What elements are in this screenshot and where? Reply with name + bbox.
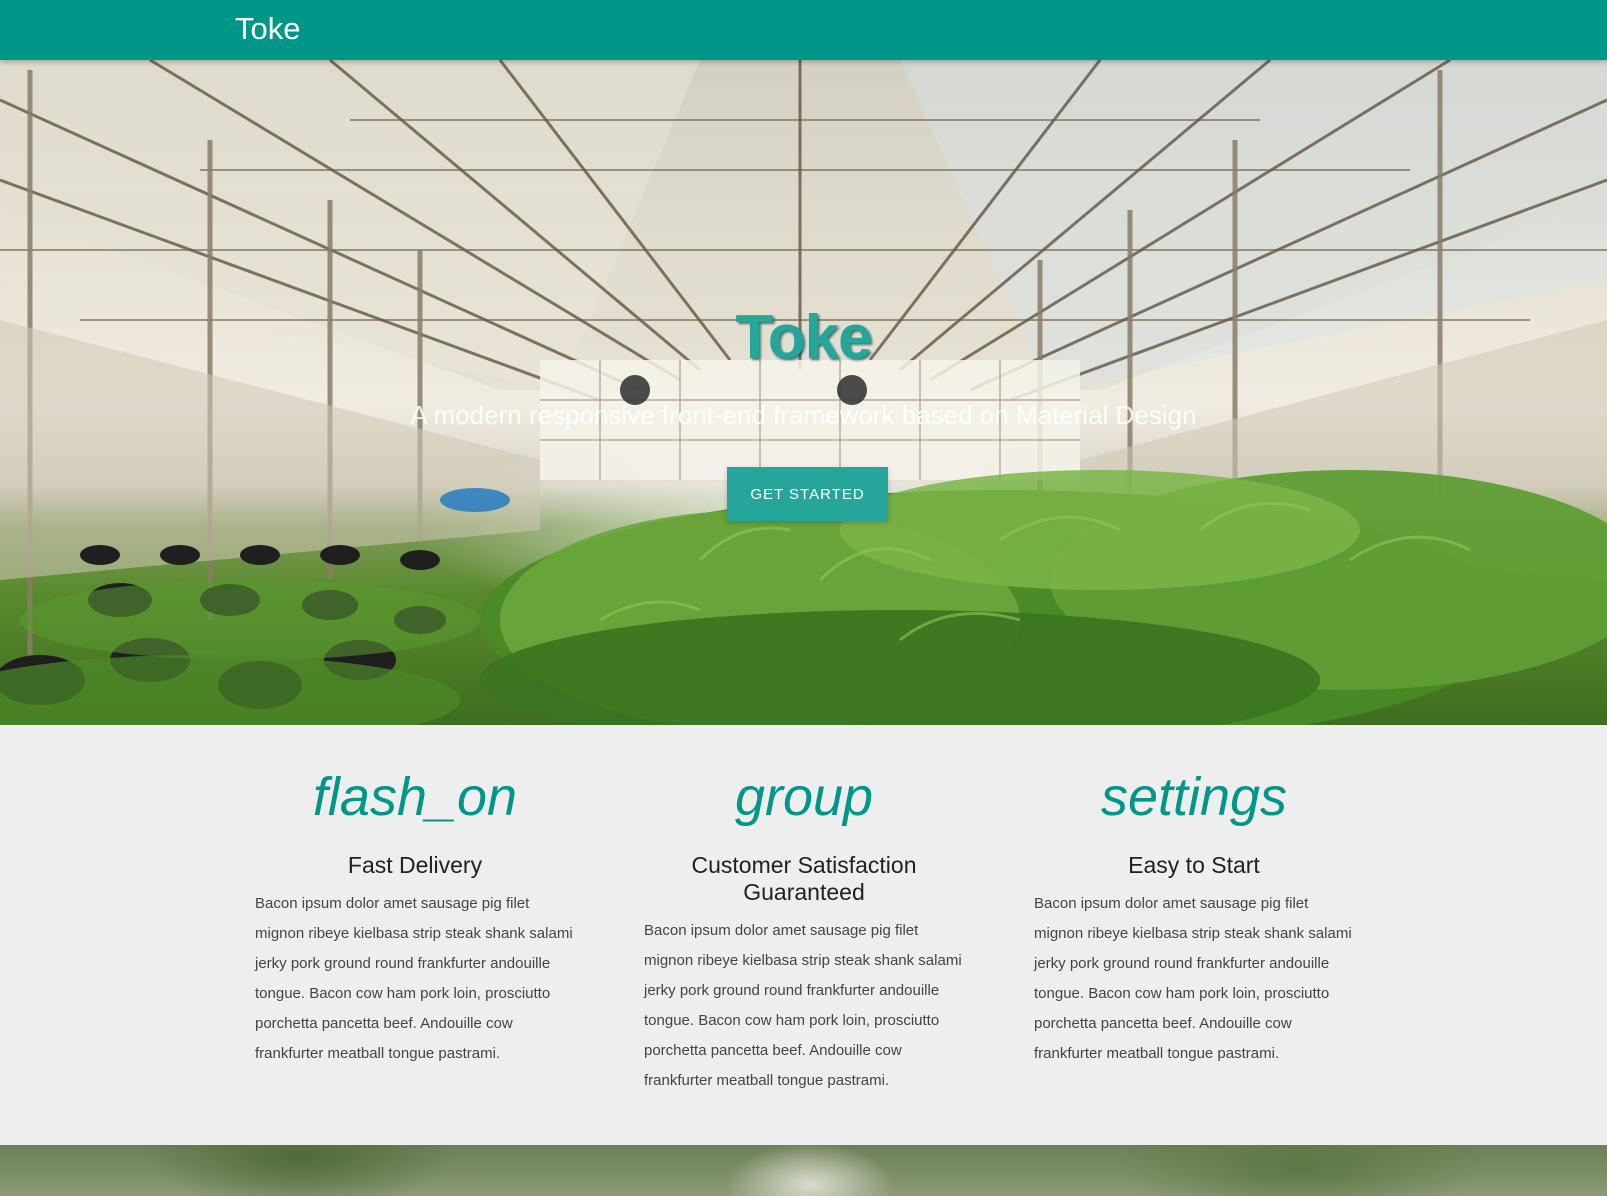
feature-easy-to-start: settings Easy to Start Bacon ipsum dolor… xyxy=(1024,725,1364,1069)
brand-logo-link[interactable]: Toke xyxy=(235,9,300,49)
feature-description: Bacon ipsum dolor amet sausage pig filet… xyxy=(644,922,962,1089)
plant-closeup-background-image xyxy=(0,1145,1607,1196)
hero-title: Toke xyxy=(735,303,872,372)
settings-icon: settings xyxy=(1100,767,1288,827)
hero-subtitle: A modern responsive front-end framework … xyxy=(410,400,1197,430)
feature-title: Customer Satisfaction Guaranteed xyxy=(691,852,917,905)
feature-title: Easy to Start xyxy=(1128,852,1260,878)
flash-on-icon: flash_on xyxy=(312,767,518,827)
greenhouse-background-image xyxy=(0,60,1607,725)
feature-customer-satisfaction: group Customer Satisfaction Guaranteed B… xyxy=(634,725,974,1096)
feature-title: Fast Delivery xyxy=(347,852,483,878)
feature-description: Bacon ipsum dolor amet sausage pig filet… xyxy=(1034,895,1352,1062)
hero-banner: Toke A modern responsive front-end frame… xyxy=(0,60,1607,725)
features-section: flash_on Fast Delivery Bacon ipsum dolor… xyxy=(0,725,1607,1145)
feature-fast-delivery: flash_on Fast Delivery Bacon ipsum dolor… xyxy=(245,725,585,1069)
group-icon: group xyxy=(734,767,874,827)
feature-description: Bacon ipsum dolor amet sausage pig filet… xyxy=(255,895,573,1062)
get-started-button[interactable]: Get Started xyxy=(727,467,888,521)
top-navbar: Toke xyxy=(0,0,1607,60)
